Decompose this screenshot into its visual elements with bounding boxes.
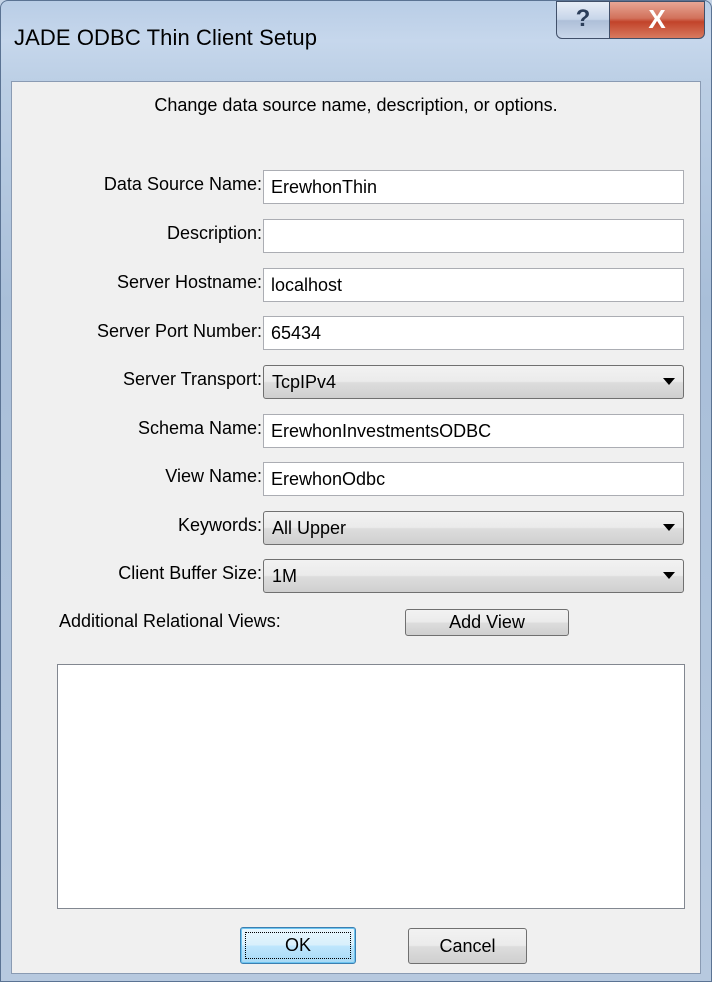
data-source-name-input[interactable]: ErewhonThin	[263, 170, 684, 204]
dialog-heading: Change data source name, description, or…	[154, 95, 558, 115]
view-name-label: View Name:	[165, 466, 262, 486]
dialog-body: Change data source name, description, or…	[11, 81, 701, 974]
client-buffer-size-value: 1M	[272, 566, 298, 586]
keywords-select[interactable]: All Upper	[263, 511, 684, 545]
server-transport-label: Server Transport:	[122, 369, 262, 389]
add-view-button[interactable]: Add View	[405, 609, 569, 636]
server-port-input[interactable]: 65434	[263, 316, 684, 350]
chevron-down-icon	[663, 378, 675, 385]
schema-name-input[interactable]: ErewhonInvestmentsODBC	[263, 414, 684, 448]
description-label: Description:	[166, 223, 262, 243]
data-source-name-label: Data Source Name:	[103, 174, 262, 194]
server-transport-value: TcpIPv4	[272, 372, 337, 392]
close-icon: X	[648, 4, 666, 34]
ok-button[interactable]: OK	[240, 927, 356, 964]
window-title: JADE ODBC Thin Client Setup	[14, 25, 318, 50]
view-name-input[interactable]: ErewhonOdbc	[263, 462, 684, 496]
server-hostname-input[interactable]: localhost	[263, 268, 684, 302]
help-button[interactable]: ?	[556, 1, 610, 39]
focus-rectangle	[245, 932, 351, 959]
keywords-label: Keywords:	[177, 515, 262, 535]
server-hostname-label: Server Hostname:	[116, 272, 262, 292]
close-button[interactable]: X	[609, 1, 705, 39]
client-buffer-size-select[interactable]: 1M	[263, 559, 684, 593]
schema-name-label: Schema Name:	[137, 418, 262, 438]
client-buffer-size-label: Client Buffer Size:	[118, 563, 262, 583]
help-icon: ?	[575, 5, 591, 32]
additional-views-label: Additional Relational Views:	[59, 611, 281, 631]
dialog-window: JADE ODBC Thin Client Setup ? X Change d…	[0, 0, 712, 982]
additional-views-list[interactable]	[57, 664, 685, 909]
title-bar[interactable]: JADE ODBC Thin Client Setup ? X	[1, 1, 711, 81]
chevron-down-icon	[663, 572, 675, 579]
description-input[interactable]	[263, 219, 684, 253]
server-transport-select[interactable]: TcpIPv4	[263, 365, 684, 399]
server-port-label: Server Port Number:	[96, 321, 262, 341]
cancel-button[interactable]: Cancel	[408, 928, 527, 964]
chevron-down-icon	[663, 524, 675, 531]
keywords-value: All Upper	[272, 518, 347, 538]
